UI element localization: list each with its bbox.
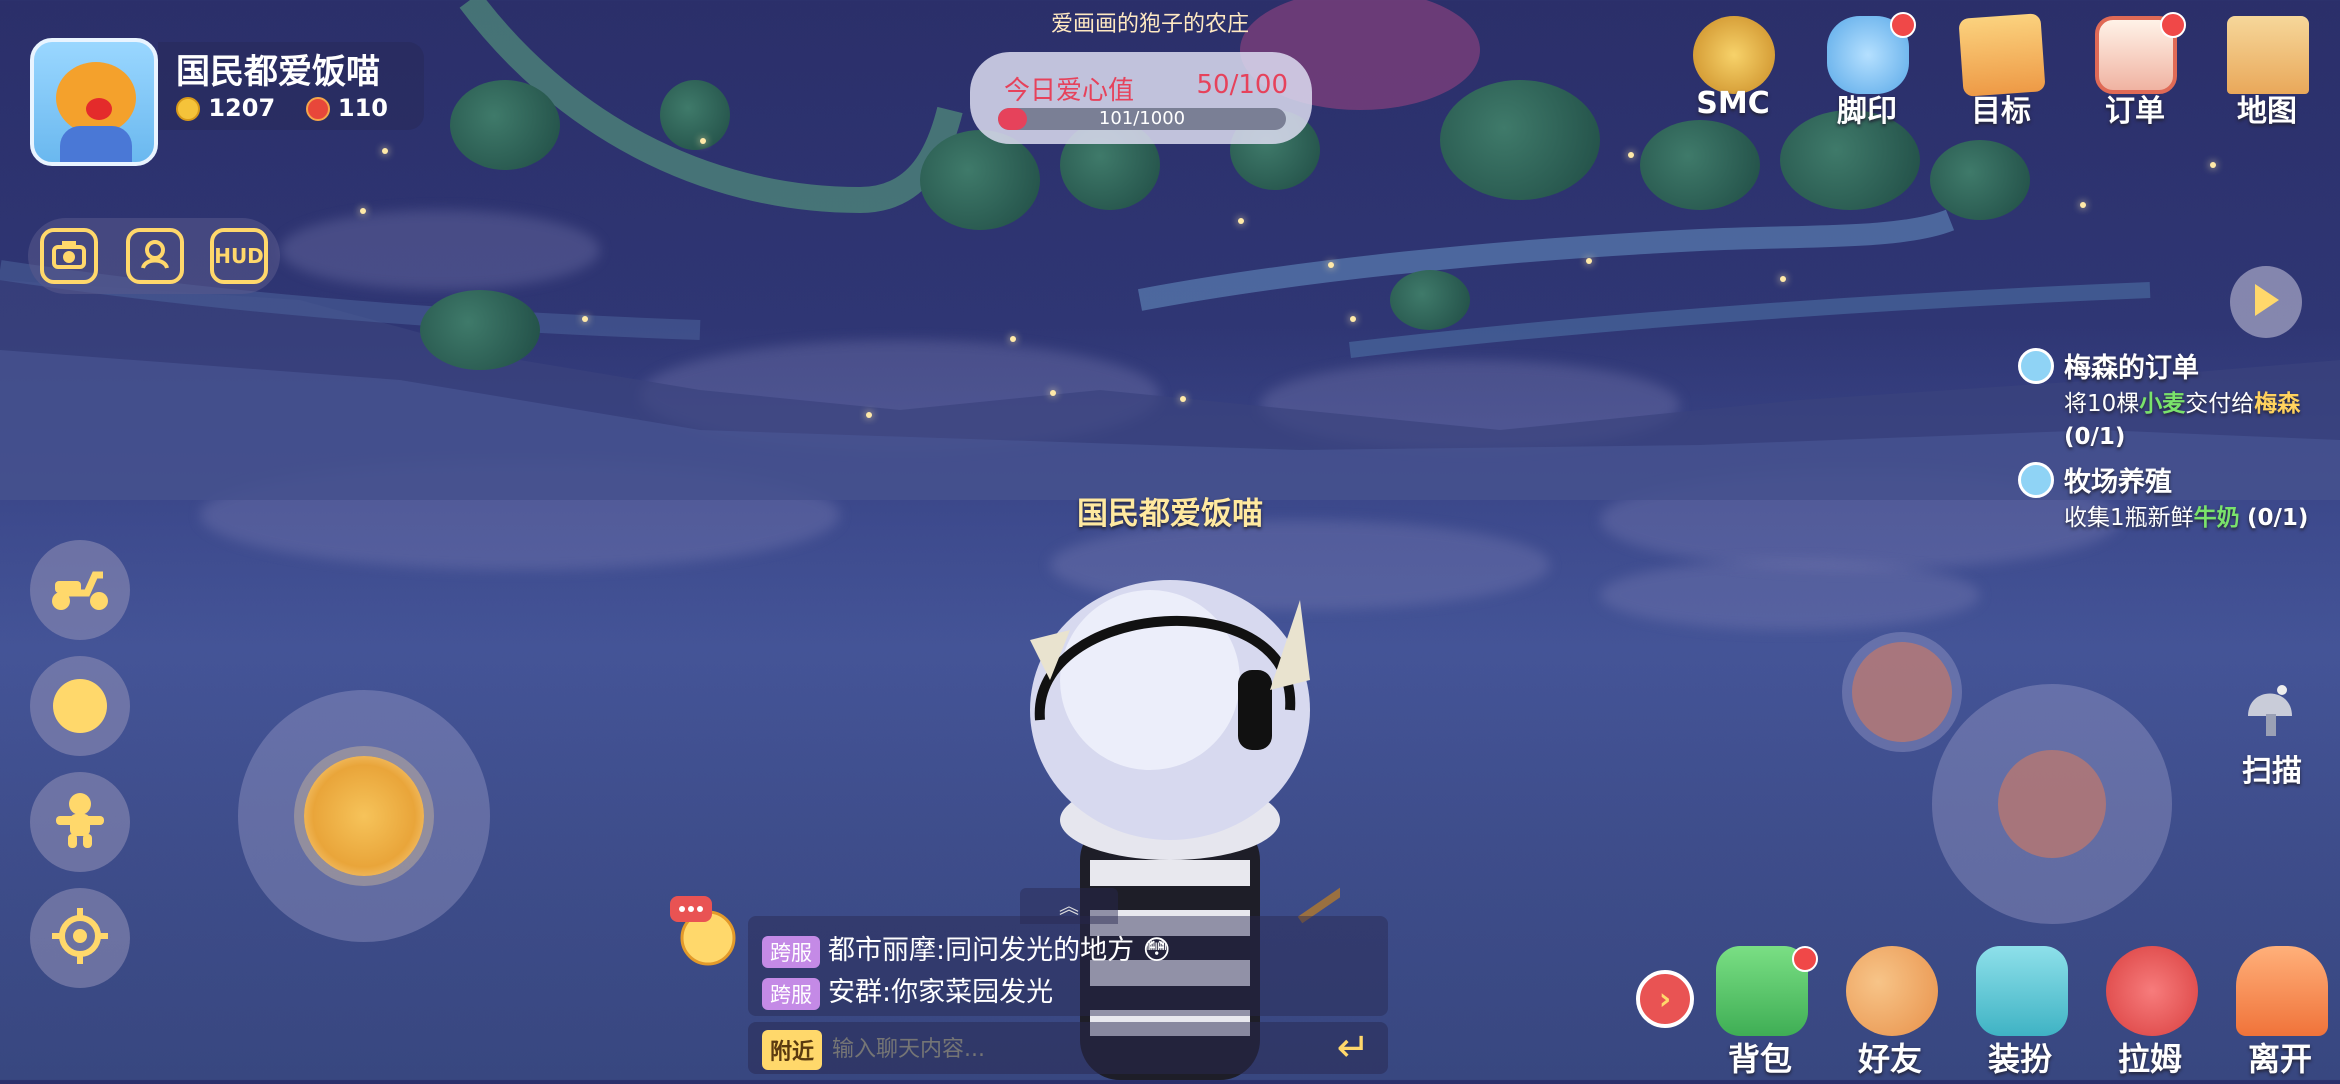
camera-icon xyxy=(52,239,86,274)
backpack-button[interactable]: 背包 xyxy=(1702,946,1818,1078)
scooter-button[interactable] xyxy=(30,540,130,640)
chat-channel-nearby[interactable]: 附近 xyxy=(762,1030,823,1070)
camera-toolbar: HUD xyxy=(28,218,280,294)
footprint-label: 脚印 xyxy=(1837,94,1897,129)
task-description: 将10棵小麦交付给梅森 (0/1) xyxy=(2064,391,2301,450)
task-item-mason-order[interactable]: 梅森的订单 将10棵小麦交付给梅森 (0/1) xyxy=(2018,348,2338,450)
portrait-icon xyxy=(139,238,171,275)
order-notification-dot xyxy=(2160,12,2186,38)
daily-love-panel: 今日爱心值 50/100 101/1000 xyxy=(970,52,1312,144)
secondary-action-button[interactable] xyxy=(1842,632,1962,752)
player-profile[interactable]: 国民都爱饭喵 1207 110 xyxy=(30,38,425,166)
backpack-label: 背包 xyxy=(1727,1040,1792,1078)
chat-input[interactable] xyxy=(830,1030,1214,1068)
send-enter-icon[interactable]: ↵ xyxy=(1336,1028,1370,1068)
gem-count: 110 xyxy=(337,94,388,122)
chat-messages: 跨服 都市丽摩:同问发光的地方 😳 跨服 安群:你家菜园发光 xyxy=(748,916,1388,1016)
camera-button[interactable] xyxy=(40,228,98,284)
backpack-notification-dot xyxy=(1792,946,1818,972)
friends-icon xyxy=(1846,946,1938,1036)
bottom-menu-toggle[interactable]: › xyxy=(1636,970,1694,1028)
leave-button[interactable]: 离开 xyxy=(2222,946,2338,1078)
coin-count: 1207 xyxy=(208,94,276,122)
footprint-notification-dot xyxy=(1890,12,1916,38)
house-exit-icon xyxy=(2236,946,2328,1036)
task-item-ranch[interactable]: 牧场养殖 收集1瓶新鲜牛奶 (0/1) xyxy=(2018,462,2338,532)
emote-button[interactable] xyxy=(30,656,130,756)
hud-toggle-button[interactable]: HUD xyxy=(210,228,268,284)
chat-message: 跨服 安群:你家菜园发光 xyxy=(762,970,1053,1010)
chat-bubble-icon xyxy=(668,896,744,970)
lamu-pet-icon xyxy=(2106,946,2198,1036)
smc-badge-icon xyxy=(1693,16,1775,94)
gingerbread-figure-icon xyxy=(52,790,108,854)
smc-button[interactable]: SMC xyxy=(1678,16,1788,126)
selfie-button[interactable] xyxy=(126,228,184,284)
cross-server-tag: 跨服 xyxy=(762,977,820,1010)
scan-label: 扫描 xyxy=(2242,754,2302,789)
task-icon xyxy=(2018,462,2054,498)
smc-label: SMC xyxy=(1696,86,1770,121)
castle-map-icon xyxy=(2227,16,2309,94)
movement-joystick[interactable] xyxy=(238,690,490,942)
lamu-button[interactable]: 拉姆 xyxy=(2092,946,2208,1078)
cross-server-tag: 跨服 xyxy=(762,935,820,968)
task-title: 梅森的订单 xyxy=(2064,353,2199,384)
love-value: 50/100 xyxy=(1196,70,1288,100)
goal-button[interactable]: 目标 xyxy=(1946,13,2056,129)
order-label: 订单 xyxy=(2105,94,2165,129)
hud-label: HUD xyxy=(214,244,264,268)
love-progress-text: 101/1000 xyxy=(1098,108,1186,129)
player-name-tag: 国民都爱饭喵 xyxy=(1077,496,1263,532)
map-label: 地图 xyxy=(2237,94,2297,129)
task-description: 收集1瓶新鲜牛奶 (0/1) xyxy=(2064,505,2309,531)
friends-label: 好友 xyxy=(1857,1040,1922,1078)
leave-label: 离开 xyxy=(2247,1040,2312,1078)
farm-title: 爱画画的狍子的农庄 xyxy=(1050,12,1249,37)
currency-row: 1207 110 xyxy=(176,94,388,122)
play-arrow-icon xyxy=(2251,282,2281,322)
goal-label: 目标 xyxy=(1971,94,2031,129)
scan-button[interactable]: 扫描 xyxy=(2222,676,2322,789)
task-icon xyxy=(2018,348,2054,384)
avatar[interactable] xyxy=(30,38,158,166)
target-lock-button[interactable] xyxy=(30,888,130,988)
task-expand-button[interactable] xyxy=(2230,266,2302,338)
target-card-icon xyxy=(1958,13,2046,97)
friends-button[interactable]: 好友 xyxy=(1832,946,1948,1078)
scooter-icon xyxy=(47,563,113,617)
chat-emoji-button[interactable] xyxy=(668,894,744,966)
joystick-knob[interactable] xyxy=(304,756,424,876)
dress-up-button[interactable]: 装扮 xyxy=(1962,946,2078,1078)
action-button[interactable] xyxy=(30,772,130,872)
lamu-label: 拉姆 xyxy=(2117,1040,2182,1078)
dress-up-label: 装扮 xyxy=(1987,1040,2052,1078)
primary-action-button[interactable] xyxy=(1932,684,2172,924)
gold-coin-icon xyxy=(176,97,200,121)
footprint-button[interactable]: 脚印 xyxy=(1812,12,1922,129)
dress-up-icon xyxy=(1976,946,2068,1036)
map-button[interactable]: 地图 xyxy=(2212,16,2322,129)
red-gem-icon xyxy=(305,97,330,121)
chat-message: 跨服 都市丽摩:同问发光的地方 😳 xyxy=(762,928,1171,968)
order-button[interactable]: 订单 xyxy=(2080,12,2190,129)
task-title: 牧场养殖 xyxy=(2064,467,2172,498)
crosshair-icon xyxy=(50,906,110,970)
player-name: 国民都爱饭喵 xyxy=(176,52,380,92)
radar-dish-icon xyxy=(2242,676,2302,750)
smiley-face-icon xyxy=(53,679,107,733)
love-label: 今日爱心值 xyxy=(1004,76,1135,106)
love-progress-bar: 101/1000 xyxy=(998,108,1286,130)
chat-input-bar: 附近 ↵ xyxy=(748,1022,1388,1074)
